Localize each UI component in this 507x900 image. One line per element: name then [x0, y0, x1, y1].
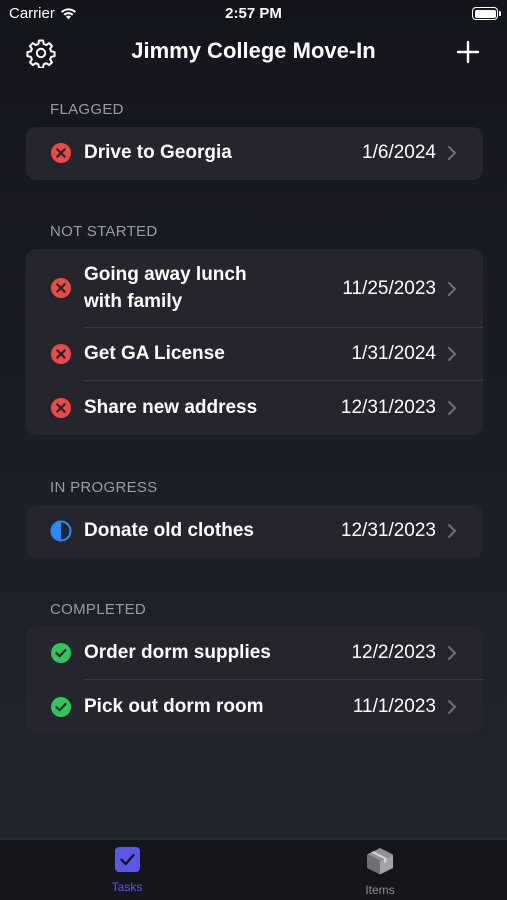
task-name: Pick out dorm room	[84, 696, 264, 717]
battery-icon	[472, 7, 501, 20]
task-row[interactable]: Share new address 12/31/2023	[26, 381, 483, 435]
status-time: 2:57 PM	[225, 5, 282, 22]
tab-tasks[interactable]: Tasks	[87, 846, 167, 894]
task-row[interactable]: Drive to Georgia 1/6/2024	[26, 127, 483, 180]
box-icon	[367, 848, 393, 875]
in-progress-card: Donate old clothes 12/31/2023	[26, 505, 483, 558]
half-circle-icon	[50, 520, 72, 542]
task-date: 12/2/2023	[351, 642, 436, 663]
task-row[interactable]: Get GA License 1/31/2024	[26, 328, 483, 381]
task-row[interactable]: Donate old clothes 12/31/2023	[26, 505, 483, 558]
x-circle-icon	[51, 398, 71, 418]
chevron-right-icon	[448, 401, 456, 415]
task-date: 12/31/2023	[340, 397, 436, 418]
checkmark-circle-icon	[51, 643, 71, 663]
page-title: Jimmy College Move-In	[131, 38, 376, 63]
section-header-flagged: FLAGGED	[50, 101, 124, 118]
task-date: 11/25/2023	[342, 278, 436, 299]
status-bar: Carrier 2:57 PM	[0, 0, 507, 28]
section-header-in-progress: IN PROGRESS	[50, 479, 158, 496]
checkmark-circle-icon	[51, 697, 71, 717]
task-name: Drive to Georgia	[84, 142, 232, 163]
x-circle-icon	[51, 278, 71, 298]
navigation-bar: Jimmy College Move-In	[0, 28, 507, 78]
task-row[interactable]: Pick out dorm room 11/1/2023	[26, 680, 483, 734]
task-name: Share new address	[84, 397, 258, 418]
task-name: Order dorm supplies	[84, 642, 271, 663]
task-name: Donate old clothes	[84, 520, 254, 541]
chevron-right-icon	[448, 524, 456, 538]
x-circle-icon	[51, 143, 71, 163]
task-row[interactable]: Going away lunch with family 11/25/2023	[26, 249, 483, 328]
task-row[interactable]: Order dorm supplies 12/2/2023	[26, 627, 483, 680]
chevron-right-icon	[448, 646, 456, 660]
checkbox-icon	[114, 847, 140, 872]
task-date: 1/6/2024	[362, 142, 436, 163]
task-name-line-1: Going away lunch	[84, 264, 247, 285]
x-circle-icon	[51, 344, 71, 364]
not-started-card: Going away lunch with family 11/25/2023 …	[26, 249, 483, 435]
tab-items[interactable]: Items	[340, 846, 420, 897]
task-date: 11/1/2023	[352, 696, 436, 717]
task-name: Get GA License	[84, 343, 225, 364]
flagged-card: Drive to Georgia 1/6/2024	[26, 127, 483, 180]
chevron-right-icon	[448, 347, 456, 361]
section-header-not-started: NOT STARTED	[50, 223, 158, 240]
plus-icon[interactable]	[456, 40, 480, 64]
task-date: 12/31/2023	[340, 520, 436, 541]
chevron-right-icon	[448, 282, 456, 296]
chevron-right-icon	[448, 146, 456, 160]
chevron-right-icon	[448, 700, 456, 714]
task-date: 1/31/2024	[351, 343, 436, 364]
tab-items-label: Items	[365, 883, 395, 897]
completed-card: Order dorm supplies 12/2/2023 Pick out d…	[26, 627, 483, 734]
section-header-completed: COMPLETED	[50, 601, 147, 618]
task-name-line-2: with family	[84, 291, 183, 312]
tab-bar: Tasks Items	[0, 839, 507, 900]
tab-tasks-label: Tasks	[111, 880, 143, 894]
